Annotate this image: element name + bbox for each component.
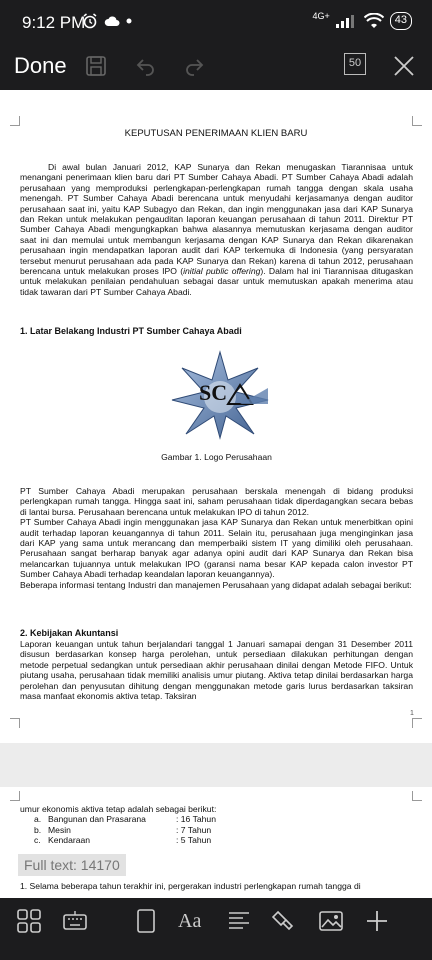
page-count-button[interactable]: 50 (344, 53, 366, 75)
image-icon[interactable] (318, 908, 344, 934)
asset-letter: b. (34, 824, 42, 835)
network-type: 4G+ (312, 11, 330, 21)
bottom-toolbar: Aa (0, 898, 432, 960)
figure-caption: Gambar 1. Logo Perusahaan (161, 452, 272, 462)
page-corner-mark (10, 718, 20, 728)
add-icon[interactable] (364, 908, 390, 934)
signal-icon (335, 15, 354, 28)
dot-icon (126, 18, 132, 24)
page2-next-line: 1. Selama beberapa tahun terakhir ini, p… (20, 881, 361, 891)
status-time: 9:12 PM (22, 13, 86, 32)
asset-letter: c. (34, 835, 41, 846)
section1-heading: 1. Latar Belakang Industri PT Sumber Cah… (20, 326, 242, 336)
asset-value: : 7 Tahun (176, 824, 212, 835)
paragraph-icon[interactable] (226, 908, 252, 934)
layout-icon[interactable] (16, 908, 42, 934)
page-corner-mark (412, 718, 422, 728)
document-title: KEPUTUSAN PENERIMAAN KLIEN BARU (124, 128, 308, 139)
save-icon[interactable] (84, 54, 108, 78)
redo-icon[interactable] (182, 54, 206, 78)
close-icon[interactable] (392, 54, 416, 78)
logo-letters: SC (199, 380, 228, 405)
done-button[interactable]: Done (14, 53, 67, 79)
page-icon[interactable] (133, 908, 159, 934)
asset-life-list: a. Bangunan dan Prasarana : 16 Tahun b. … (34, 814, 413, 845)
battery-indicator: 43 (389, 12, 412, 30)
page2-lead: umur ekonomis aktiva tetap adalah sebaga… (20, 804, 217, 814)
font-icon[interactable]: Aa (178, 908, 204, 934)
asset-letter: a. (34, 814, 42, 825)
asset-name: Bangunan dan Prasarana (48, 814, 146, 825)
body-section-1: PT Sumber Cahaya Abadi merupakan perusah… (20, 486, 413, 590)
page-number: 1 (410, 710, 414, 717)
logo-triangle (226, 383, 268, 405)
wifi-icon (363, 13, 384, 28)
paragraph-5: Laporan keuangan untuk tahun berjalandar… (20, 639, 413, 702)
status-right: 4G+ 43 (312, 11, 412, 30)
body-section-2: Laporan keuangan untuk tahun berjalandar… (20, 639, 413, 701)
paragraph-2: PT Sumber Cahaya Abadi merupakan perusah… (20, 486, 413, 517)
intro-italic: initial public offering (183, 266, 261, 277)
asset-value: : 5 Tahun (176, 835, 212, 846)
document-viewport[interactable]: KEPUTUSAN PENERIMAAN KLIEN BARU Di awal … (0, 90, 432, 898)
asset-name: Mesin (48, 824, 71, 835)
status-bar: 9:12 PM 4G+ 43 (0, 0, 432, 42)
page-corner-mark (412, 791, 422, 801)
asset-name: Kendaraan (48, 835, 91, 846)
full-text-count-badge: Full text: 14170 (18, 854, 126, 876)
document-page-2: umur ekonomis aktiva tetap adalah sebaga… (0, 787, 432, 898)
editor-toolbar: Done 50 (0, 42, 432, 90)
status-notification-icons (82, 13, 132, 29)
alarm-icon (83, 13, 97, 29)
intro-paragraph: Di awal bulan Januari 2012, KAP Sunarya … (20, 162, 413, 297)
page-corner-mark (412, 116, 422, 126)
keyboard-icon[interactable] (62, 908, 88, 934)
cloud-icon (104, 16, 120, 26)
undo-icon[interactable] (134, 54, 158, 78)
paragraph-4: Beberapa informasi tentang Industri dan … (20, 579, 412, 590)
page2-body: umur ekonomis aktiva tetap adalah sebaga… (20, 804, 413, 846)
asset-value: : 16 Tahun (176, 814, 216, 825)
document-body: Di awal bulan Januari 2012, KAP Sunarya … (20, 162, 413, 297)
format-painter-icon[interactable] (272, 908, 298, 934)
page-corner-mark (10, 791, 20, 801)
intro-text: Di awal bulan Januari 2012, KAP Sunarya … (20, 162, 413, 277)
document-page-1: KEPUTUSAN PENERIMAAN KLIEN BARU Di awal … (0, 90, 432, 743)
section2-heading: 2. Kebijakan Akuntansi (20, 628, 119, 638)
page-corner-mark (10, 116, 20, 126)
paragraph-3: PT Sumber Cahaya Abadi ingin menggunakan… (20, 517, 413, 580)
